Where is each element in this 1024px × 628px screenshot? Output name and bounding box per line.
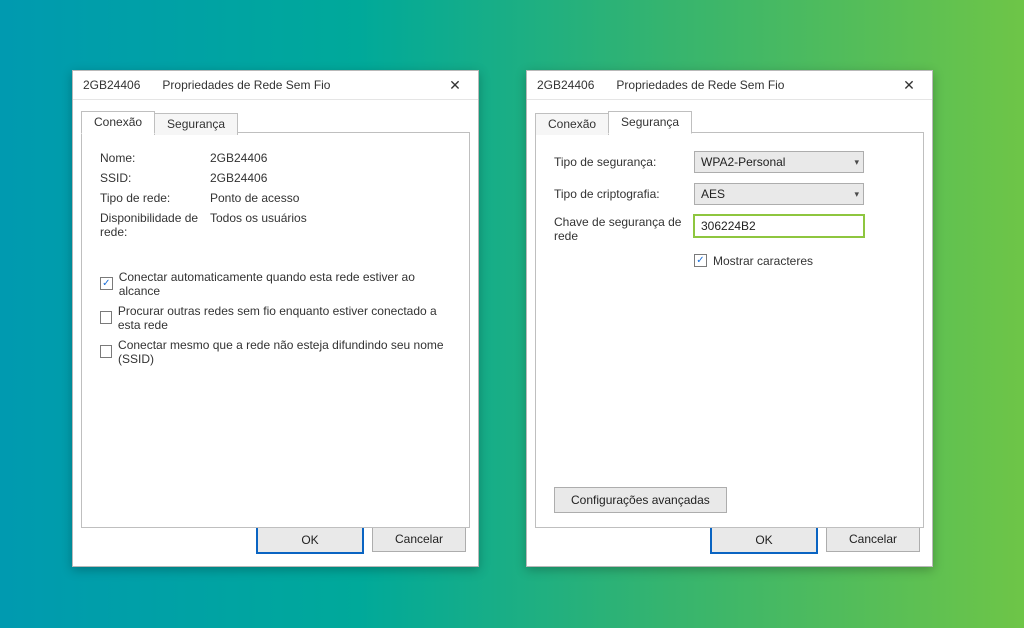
ok-button[interactable]: OK [710, 526, 818, 554]
close-button[interactable]: ✕ [892, 74, 926, 96]
tab-connection[interactable]: Conexão [81, 111, 155, 134]
encryption-type-dropdown[interactable]: AES ▾ [694, 183, 864, 205]
cancel-button[interactable]: Cancelar [826, 526, 920, 552]
chevron-down-icon: ▾ [854, 157, 859, 168]
checkbox-show-characters[interactable]: Mostrar caracteres [694, 254, 905, 268]
field-name-label: Nome: [100, 151, 210, 165]
tab-connection[interactable]: Conexão [535, 113, 609, 135]
field-name-value: 2GB24406 [210, 151, 451, 165]
security-key-value: 306224B2 [701, 219, 756, 233]
dialog-buttons: OK Cancelar [710, 526, 920, 554]
chevron-down-icon: ▾ [854, 189, 859, 200]
checkbox-look-other-networks[interactable]: Procurar outras redes sem fio enquanto e… [100, 304, 451, 332]
titlebar-title: Propriedades de Rede Sem Fio [616, 78, 784, 92]
titlebar-title: Propriedades de Rede Sem Fio [162, 78, 330, 92]
tab-security[interactable]: Segurança [608, 111, 692, 134]
tab-page-connection: Nome: 2GB24406 SSID: 2GB24406 Tipo de re… [81, 132, 470, 528]
dialog-wireless-properties-connection: 2GB24406 Propriedades de Rede Sem Fio ✕ … [72, 70, 479, 567]
field-name: Nome: 2GB24406 [100, 151, 451, 165]
field-label: Tipo de segurança: [554, 155, 694, 169]
checkbox-icon [100, 277, 113, 290]
field-label: Chave de segurança de rede [554, 215, 694, 244]
tab-area: Conexão Segurança Tipo de segurança: WPA… [527, 100, 932, 528]
field-encryption-type: Tipo de criptografia: AES ▾ [554, 183, 905, 205]
field-security-type: Tipo de segurança: WPA2-Personal ▾ [554, 151, 905, 173]
ok-button[interactable]: OK [256, 526, 364, 554]
checkbox-label: Procurar outras redes sem fio enquanto e… [118, 304, 451, 332]
security-type-dropdown[interactable]: WPA2-Personal ▾ [694, 151, 864, 173]
checkbox-icon [694, 254, 707, 267]
field-label: Tipo de criptografia: [554, 187, 694, 201]
checkbox-icon [100, 311, 112, 324]
titlebar: 2GB24406 Propriedades de Rede Sem Fio ✕ [73, 71, 478, 100]
close-icon: ✕ [903, 78, 915, 92]
field-net-type-label: Tipo de rede: [100, 191, 210, 205]
titlebar-network-name: 2GB24406 [83, 78, 140, 92]
cancel-button[interactable]: Cancelar [372, 526, 466, 552]
field-ssid-value: 2GB24406 [210, 171, 451, 185]
tabstrip: Conexão Segurança [535, 110, 924, 133]
field-ssid-label: SSID: [100, 171, 210, 185]
field-net-type: Tipo de rede: Ponto de acesso [100, 191, 451, 205]
tabstrip: Conexão Segurança [81, 110, 470, 133]
checkbox-auto-connect[interactable]: Conectar automaticamente quando esta red… [100, 270, 451, 298]
checkbox-icon [100, 345, 112, 358]
field-availability-label: Disponibilidade de rede: [100, 211, 210, 240]
security-key-input[interactable]: 306224B2 [694, 215, 864, 237]
checkbox-label: Conectar mesmo que a rede não esteja dif… [118, 338, 451, 366]
close-button[interactable]: ✕ [438, 74, 472, 96]
field-availability: Disponibilidade de rede: Todos os usuári… [100, 211, 451, 240]
advanced-settings-button[interactable]: Configurações avançadas [554, 487, 727, 513]
dropdown-value: AES [701, 187, 725, 201]
tab-page-security: Tipo de segurança: WPA2-Personal ▾ Tipo … [535, 132, 924, 528]
field-ssid: SSID: 2GB24406 [100, 171, 451, 185]
dialog-buttons: OK Cancelar [256, 526, 466, 554]
titlebar-network-name: 2GB24406 [537, 78, 594, 92]
titlebar: 2GB24406 Propriedades de Rede Sem Fio ✕ [527, 71, 932, 100]
checkbox-label: Conectar automaticamente quando esta red… [119, 270, 451, 298]
dropdown-value: WPA2-Personal [701, 155, 785, 169]
close-icon: ✕ [449, 78, 461, 92]
tab-security[interactable]: Segurança [154, 113, 238, 135]
checkbox-label: Mostrar caracteres [713, 254, 813, 268]
field-availability-value: Todos os usuários [210, 211, 451, 240]
dialog-wireless-properties-security: 2GB24406 Propriedades de Rede Sem Fio ✕ … [526, 70, 933, 567]
field-security-key: Chave de segurança de rede 306224B2 [554, 215, 905, 244]
field-net-type-value: Ponto de acesso [210, 191, 451, 205]
tab-area: Conexão Segurança Nome: 2GB24406 SSID: 2… [73, 100, 478, 528]
checkbox-connect-hidden-ssid[interactable]: Conectar mesmo que a rede não esteja dif… [100, 338, 451, 366]
